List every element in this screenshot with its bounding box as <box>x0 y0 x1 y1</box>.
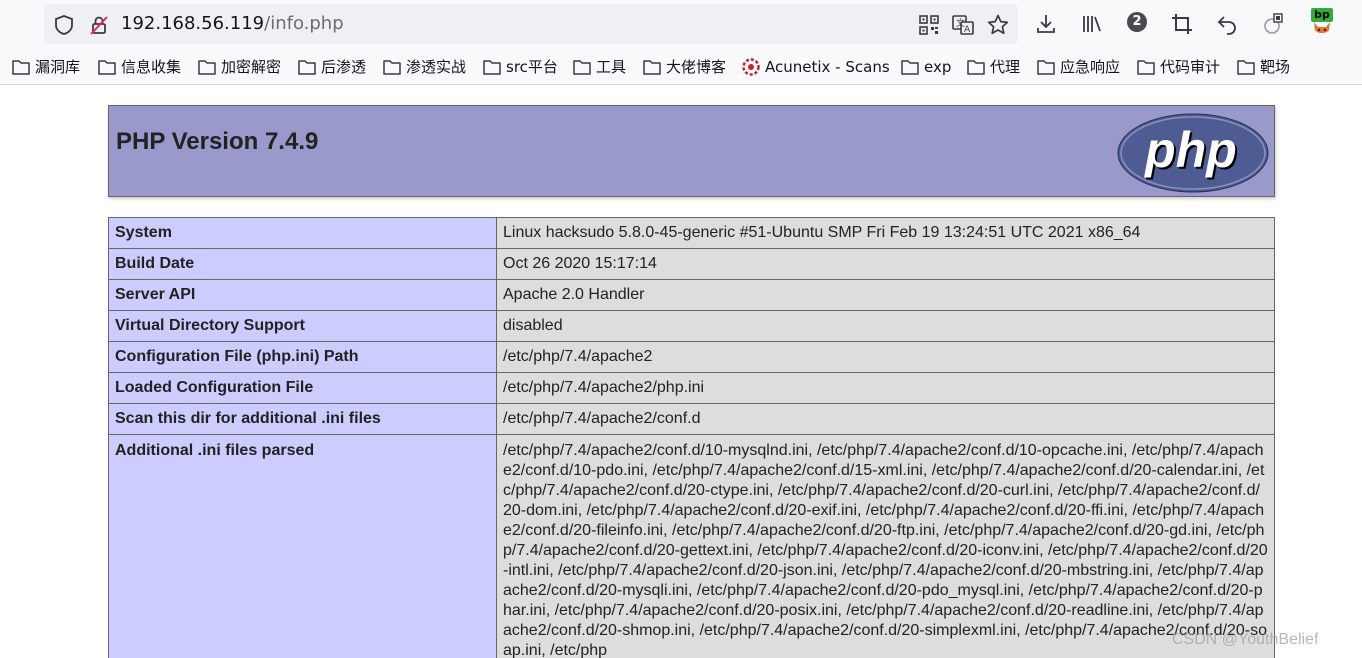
browser-toolbar: 192.168.56.119/info.php 文 A 2 bp <box>0 0 1362 50</box>
table-row: Loaded Configuration File /etc/php/7.4/a… <box>108 372 1275 404</box>
bookmark-folder-range[interactable]: 靶场 <box>1237 56 1290 78</box>
phpinfo-table: System Linux hacksudo 5.8.0-45-generic #… <box>108 217 1275 658</box>
table-row: Scan this dir for additional .ini files … <box>108 403 1275 435</box>
folder-icon <box>1037 59 1055 75</box>
folder-icon <box>967 59 985 75</box>
bookmark-folder-code-audit[interactable]: 代码审计 <box>1137 56 1220 78</box>
bookmark-label: 大佬博客 <box>666 58 727 76</box>
folder-icon <box>1237 59 1255 75</box>
folder-icon <box>298 59 316 75</box>
table-row: Server API Apache 2.0 Handler <box>108 279 1275 311</box>
url-bar[interactable]: 192.168.56.119/info.php 文 A <box>44 4 1018 44</box>
bookmark-label: src平台 <box>506 58 558 76</box>
bookmark-folder-tools[interactable]: 工具 <box>573 56 626 78</box>
info-value: /etc/php/7.4/apache2/conf.d <box>496 403 1275 435</box>
folder-icon <box>643 59 661 75</box>
table-row: Additional .ini files parsed /etc/php/7.… <box>108 434 1275 658</box>
folder-icon <box>483 59 501 75</box>
info-key: Additional .ini files parsed <box>108 434 497 658</box>
insecure-connection-lock-icon[interactable] <box>88 14 110 36</box>
svg-text:A: A <box>964 25 971 35</box>
bookmark-folder-expert-blogs[interactable]: 大佬博客 <box>643 56 726 78</box>
tracking-protection-shield-icon[interactable] <box>53 14 75 36</box>
info-value: /etc/php/7.4/apache2 <box>496 341 1275 373</box>
bookmark-label: 后渗透 <box>321 58 367 76</box>
csdn-watermark: CSDN @YouthBelief <box>1172 631 1319 648</box>
info-value: Oct 26 2020 15:17:14 <box>496 248 1275 280</box>
bookmark-folder-pentest-practice[interactable]: 渗透实战 <box>383 56 466 78</box>
bookmark-folder-src-platform[interactable]: src平台 <box>483 56 558 78</box>
bookmark-label: 渗透实战 <box>406 58 467 76</box>
back-arrow-icon[interactable] <box>1215 12 1239 36</box>
bookmark-label: 应急响应 <box>1060 58 1121 76</box>
url-path: /info.php <box>264 13 344 34</box>
bookmark-folder-info-gathering[interactable]: 信息收集 <box>98 56 181 78</box>
table-row: Virtual Directory Support disabled <box>108 310 1275 342</box>
bookmark-folder-vulnerability-db[interactable]: 漏洞库 <box>12 56 80 78</box>
php-logo: php php <box>1117 113 1269 193</box>
folder-icon <box>383 59 401 75</box>
bookmark-folder-exp[interactable]: exp <box>901 56 951 78</box>
translate-icon[interactable]: 文 A <box>952 14 974 36</box>
table-row: Build Date Oct 26 2020 15:17:14 <box>108 248 1275 280</box>
bookmark-label: 工具 <box>596 58 627 76</box>
bookmark-folder-proxy[interactable]: 代理 <box>967 56 1020 78</box>
folder-icon <box>573 59 591 75</box>
info-value: Apache 2.0 Handler <box>496 279 1275 311</box>
extension-puzzle-icon[interactable] <box>1262 12 1286 36</box>
info-value: Linux hacksudo 5.8.0-45-generic #51-Ubun… <box>496 217 1275 249</box>
folder-icon <box>901 59 919 75</box>
bookmark-label: Acunetix - Scans <box>765 58 890 76</box>
info-key: Loaded Configuration File <box>108 372 497 404</box>
bookmarks-toolbar: 漏洞库 信息收集 加密解密 后渗透 渗透实战 src平台 工具 大佬博客 Acu… <box>0 50 1362 85</box>
bookmark-label: 代码审计 <box>1160 58 1221 76</box>
folder-icon <box>1137 59 1155 75</box>
info-key: Configuration File (php.ini) Path <box>108 341 497 373</box>
bookmark-folder-incident-response[interactable]: 应急响应 <box>1037 56 1120 78</box>
bookmark-label: 代理 <box>990 58 1021 76</box>
info-key: Scan this dir for additional .ini files <box>108 403 497 435</box>
folder-icon <box>12 59 30 75</box>
info-value: /etc/php/7.4/apache2/php.ini <box>496 372 1275 404</box>
bookmark-label: 靶场 <box>1260 58 1291 76</box>
bookmark-acunetix-scans[interactable]: Acunetix - Scans <box>742 56 890 78</box>
folder-icon <box>198 59 216 75</box>
qr-code-icon[interactable] <box>918 14 940 36</box>
info-value: disabled <box>496 310 1275 342</box>
php-logo-text-highlight: php <box>1143 122 1237 178</box>
info-key: Build Date <box>108 248 497 280</box>
info-value: /etc/php/7.4/apache2/conf.d/10-mysqlnd.i… <box>496 434 1275 658</box>
burp-proxy-extension[interactable]: bp <box>1309 8 1335 36</box>
bookmark-folder-post-exploitation[interactable]: 后渗透 <box>298 56 366 78</box>
bookmark-label: 加密解密 <box>221 58 282 76</box>
bookmark-label: 信息收集 <box>121 58 182 76</box>
bookmark-folder-crypto[interactable]: 加密解密 <box>198 56 281 78</box>
page-content[interactable]: PHP Version 7.4.9 php php System Linux h… <box>0 85 1362 658</box>
url-host: 192.168.56.119 <box>121 13 265 34</box>
crop-screenshot-icon[interactable] <box>1170 12 1194 36</box>
info-key: Virtual Directory Support <box>108 310 497 342</box>
bookmark-star-icon[interactable] <box>986 13 1010 37</box>
acunetix-icon <box>742 57 760 76</box>
downloads-icon[interactable] <box>1034 12 1058 36</box>
table-row: Configuration File (php.ini) Path /etc/p… <box>108 341 1275 373</box>
bookmark-label: exp <box>924 58 952 76</box>
folder-icon <box>98 59 116 75</box>
library-icon[interactable] <box>1080 12 1104 36</box>
url-text[interactable]: 192.168.56.119/info.php <box>121 13 344 34</box>
burp-fox-icon <box>1314 22 1330 33</box>
php-version-header: PHP Version 7.4.9 php php <box>108 105 1275 197</box>
extension-badge-counter[interactable]: 2 <box>1127 12 1147 32</box>
info-key: System <box>108 217 497 249</box>
table-row: System Linux hacksudo 5.8.0-45-generic #… <box>108 217 1275 249</box>
info-key: Server API <box>108 279 497 311</box>
bookmark-label: 漏洞库 <box>35 58 81 76</box>
page-title: PHP Version 7.4.9 <box>116 128 319 155</box>
